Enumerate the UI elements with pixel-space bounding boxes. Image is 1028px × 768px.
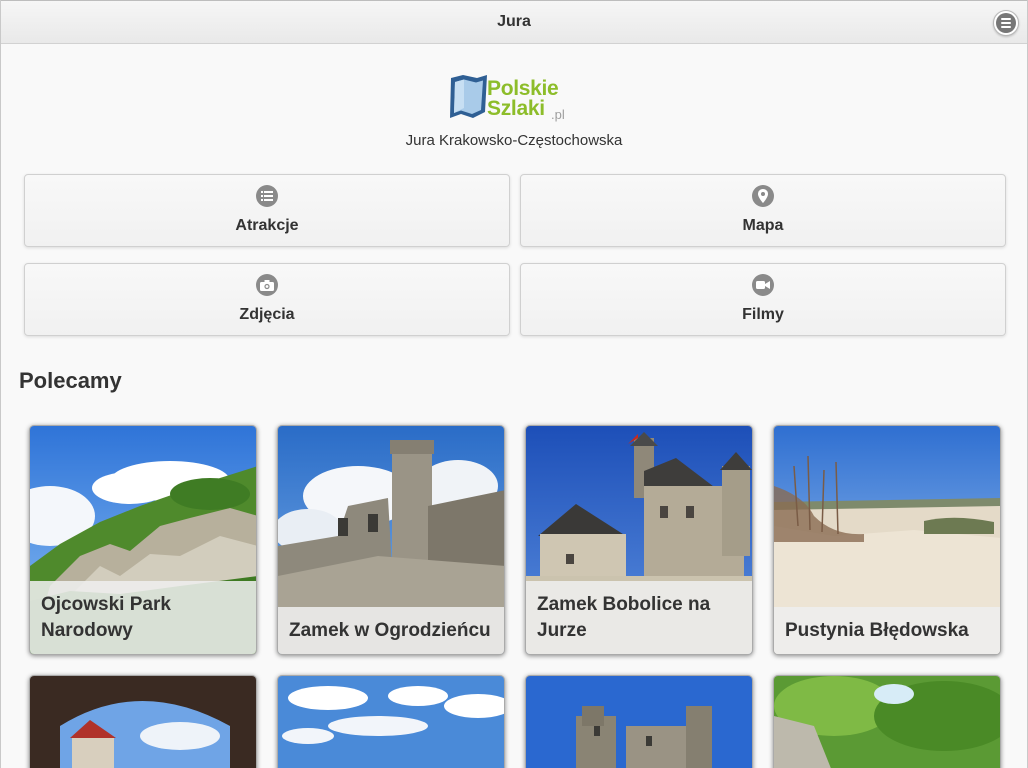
- attraction-card-row2-4[interactable]: [773, 675, 1001, 768]
- location-pin-icon: [752, 185, 774, 207]
- camera-icon: [256, 274, 278, 296]
- attraction-card-row2-1[interactable]: [29, 675, 257, 768]
- nav-button-atrakcje[interactable]: Atrakcje: [24, 174, 510, 247]
- nav-label: Mapa: [742, 217, 784, 234]
- logo-text-polskie: Polskie: [487, 77, 559, 100]
- card-photo: [774, 676, 1000, 768]
- logo-text-szlaki: Szlaki: [487, 97, 545, 120]
- nav-label: Atrakcje: [235, 217, 299, 234]
- attraction-card-ojcowski[interactable]: Ojcowski Park Narodowy: [29, 425, 257, 655]
- card-title: Pustynia Błędowska: [774, 607, 1000, 654]
- nav-label: Zdjęcia: [239, 306, 295, 323]
- card-photo: [278, 676, 504, 768]
- app-frame: Jura Polskie Szlaki .pl Jura Krakowsko-C…: [0, 0, 1028, 768]
- attraction-card-ogrodzieniec[interactable]: Zamek w Ogrodzieńcu: [277, 425, 505, 655]
- nav-button-filmy[interactable]: Filmy: [520, 263, 1006, 336]
- card-photo: [526, 676, 752, 768]
- nav-button-mapa[interactable]: Mapa: [520, 174, 1006, 247]
- section-title-recommended: Polecamy: [19, 368, 122, 393]
- logo-map-icon: [450, 75, 487, 118]
- logo-text-pl: .pl: [551, 107, 565, 122]
- page-title: Jura: [497, 13, 531, 30]
- polskie-szlaki-logo[interactable]: Polskie Szlaki .pl: [447, 72, 587, 124]
- region-subtitle: Jura Krakowsko-Częstochowska: [405, 132, 623, 149]
- card-title: Ojcowski Park Narodowy: [30, 581, 256, 654]
- header-bar: Jura: [1, 0, 1027, 44]
- menu-button[interactable]: [993, 10, 1019, 36]
- nav-label: Filmy: [742, 306, 784, 323]
- card-title: Zamek w Ogrodzieńcu: [278, 607, 504, 654]
- menu-icon: [996, 13, 1016, 33]
- nav-button-zdjecia[interactable]: Zdjęcia: [24, 263, 510, 336]
- card-photo: [30, 676, 256, 768]
- attraction-card-bledowska[interactable]: Pustynia Błędowska: [773, 425, 1001, 655]
- list-icon: [256, 185, 278, 207]
- attraction-card-bobolice[interactable]: Zamek Bobolice na Jurze: [525, 425, 753, 655]
- video-icon: [752, 274, 774, 296]
- attraction-card-row2-3[interactable]: [525, 675, 753, 768]
- card-title: Zamek Bobolice na Jurze: [526, 581, 752, 654]
- attraction-card-row2-2[interactable]: [277, 675, 505, 768]
